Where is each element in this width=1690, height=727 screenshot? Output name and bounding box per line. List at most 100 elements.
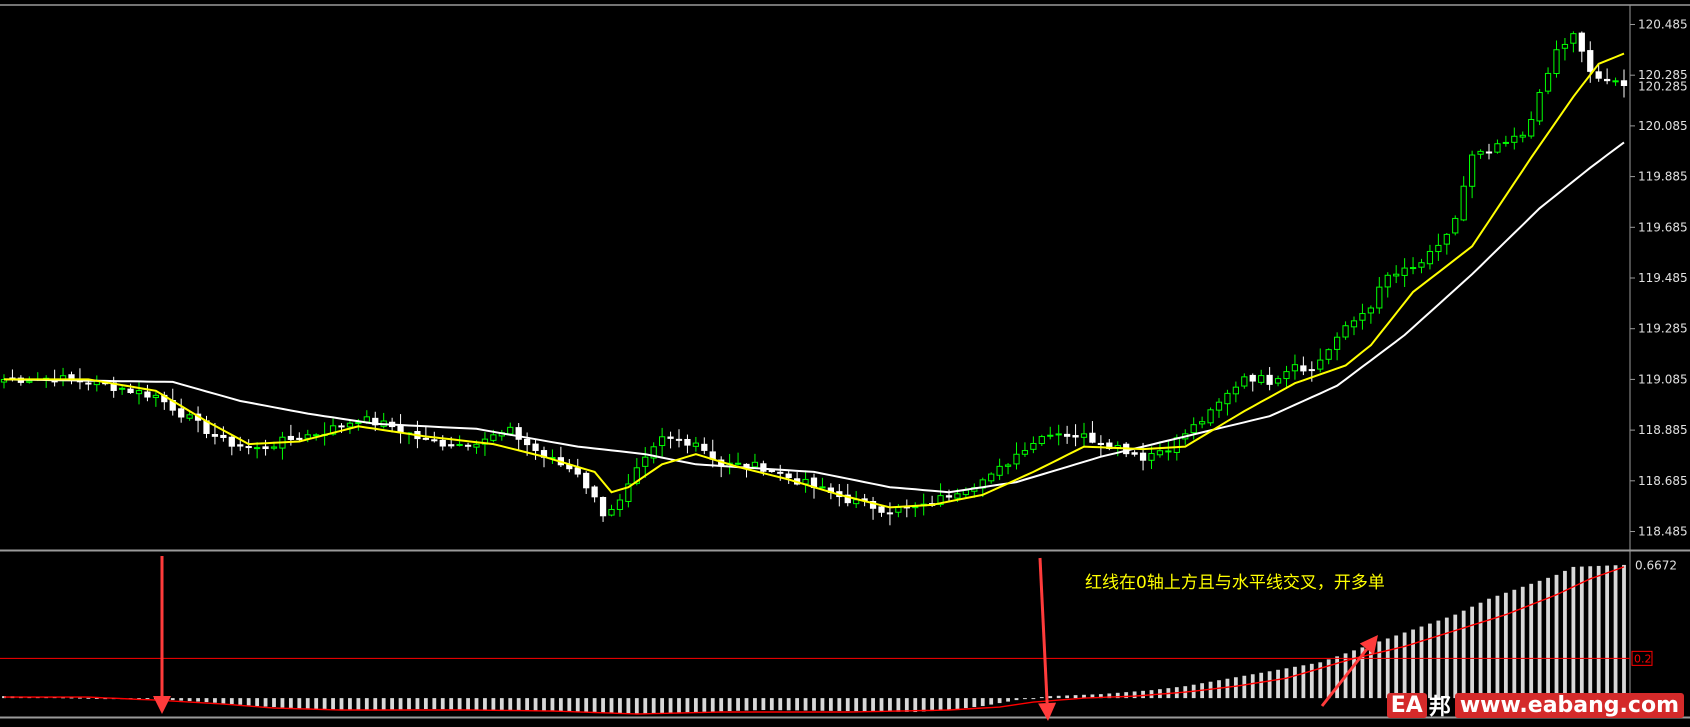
histogram-bar <box>314 698 319 710</box>
histogram-bar <box>1006 698 1010 702</box>
histogram-bar <box>305 698 310 710</box>
candle-body <box>1325 349 1332 360</box>
histogram-bar <box>1242 675 1247 699</box>
watermark-ea: EA <box>1386 693 1427 718</box>
histogram-bar <box>795 698 800 711</box>
histogram-bar <box>677 698 681 713</box>
histogram-bar <box>778 698 783 711</box>
candle-body <box>186 414 193 419</box>
histogram-bar <box>820 698 825 711</box>
histogram-bar <box>955 698 960 710</box>
candle-body <box>338 425 345 428</box>
histogram-bar <box>1605 565 1610 699</box>
candle-body <box>296 437 303 440</box>
histogram-bar <box>1048 696 1053 699</box>
candle-body <box>254 447 261 450</box>
histogram-bar <box>474 698 479 710</box>
price-axis-label: 118.485 <box>1638 525 1688 539</box>
candle-body <box>1249 374 1256 382</box>
histogram-bar <box>702 698 707 712</box>
candle-body <box>1544 72 1552 92</box>
candle-body <box>1300 365 1307 372</box>
candle-body <box>1359 313 1366 321</box>
histogram-bar <box>913 698 918 713</box>
histogram-bar <box>297 698 302 709</box>
histogram-bar <box>1267 671 1272 699</box>
candle-body <box>1156 450 1164 456</box>
candle-body <box>1426 250 1434 265</box>
histogram-bar <box>592 698 597 713</box>
histogram-bar <box>229 698 234 705</box>
candle-body <box>363 416 370 423</box>
histogram-bar <box>1453 614 1458 699</box>
candle-body <box>1384 274 1391 288</box>
histogram-bar <box>685 698 690 713</box>
candle-body <box>287 435 294 440</box>
signal-annotation: 红线在0轴上方且与水平线交叉，开多单 <box>1085 573 1385 593</box>
histogram-bar <box>1225 678 1230 699</box>
candle-body <box>675 438 683 441</box>
histogram-bar <box>558 698 563 712</box>
candle-body <box>659 436 666 447</box>
histogram-bar <box>187 698 192 702</box>
histogram-bar <box>423 698 428 710</box>
candle-body <box>1030 442 1037 450</box>
histogram-bar <box>972 698 977 708</box>
histogram-bar <box>398 698 403 710</box>
histogram-bar <box>1487 598 1491 699</box>
histogram-bar <box>407 698 411 710</box>
histogram-bar <box>204 698 209 703</box>
histogram-bar <box>525 698 530 711</box>
histogram-bar <box>609 698 614 713</box>
histogram-bar <box>786 698 791 711</box>
price-axis-label: 120.085 <box>1638 119 1688 133</box>
histogram-bar <box>390 698 395 710</box>
candle-body <box>135 390 143 395</box>
histogram-bar <box>1233 677 1238 699</box>
watermark-url: www.eabang.com <box>1454 693 1684 718</box>
candle-body <box>26 380 33 383</box>
candle-body <box>1435 244 1442 253</box>
histogram-bar <box>651 698 656 714</box>
histogram-bar <box>896 698 901 712</box>
histogram-bar <box>1132 691 1137 699</box>
histogram-bar <box>491 698 496 710</box>
histogram-bar <box>1613 565 1618 699</box>
candle-body <box>1477 150 1484 155</box>
histogram-bar <box>1478 602 1483 699</box>
histogram-bar <box>719 698 724 712</box>
candle-body <box>1620 80 1628 86</box>
candle-body <box>1409 267 1417 270</box>
histogram-bar <box>1276 669 1280 699</box>
candle-body <box>464 444 472 447</box>
histogram-bar <box>415 698 420 710</box>
histogram-bar <box>668 698 673 713</box>
chart-canvas: 120.485 120.285 120.085 119.885 119.685 119.4… <box>0 0 1690 723</box>
histogram-bar <box>626 698 631 714</box>
candle-body <box>178 408 185 418</box>
candle-body <box>1350 320 1358 328</box>
histogram-bar <box>643 698 648 714</box>
histogram-bar <box>457 698 462 710</box>
candle-body <box>1199 421 1206 425</box>
candle-body <box>1165 450 1172 453</box>
current-price-label: 120.285 <box>1638 80 1688 94</box>
histogram-bar <box>888 698 892 712</box>
candle-body <box>1443 233 1450 245</box>
candle-body <box>1308 369 1315 372</box>
histogram-bar <box>322 698 327 710</box>
candle-body <box>152 394 159 398</box>
candle-body <box>346 422 354 428</box>
histogram-bar <box>213 698 217 703</box>
candle-body <box>1004 464 1012 467</box>
candle-body <box>954 493 961 499</box>
watermark-bang: 邦 <box>1428 695 1451 720</box>
histogram-bar <box>179 698 184 701</box>
background <box>0 0 1690 723</box>
histogram-bar <box>331 698 335 710</box>
histogram-bar <box>288 698 293 709</box>
histogram-bar <box>1056 695 1061 699</box>
site-watermark: EA 邦 www.eabang.com <box>1386 689 1684 721</box>
candle-body <box>1502 141 1509 144</box>
histogram-bar <box>567 698 572 712</box>
